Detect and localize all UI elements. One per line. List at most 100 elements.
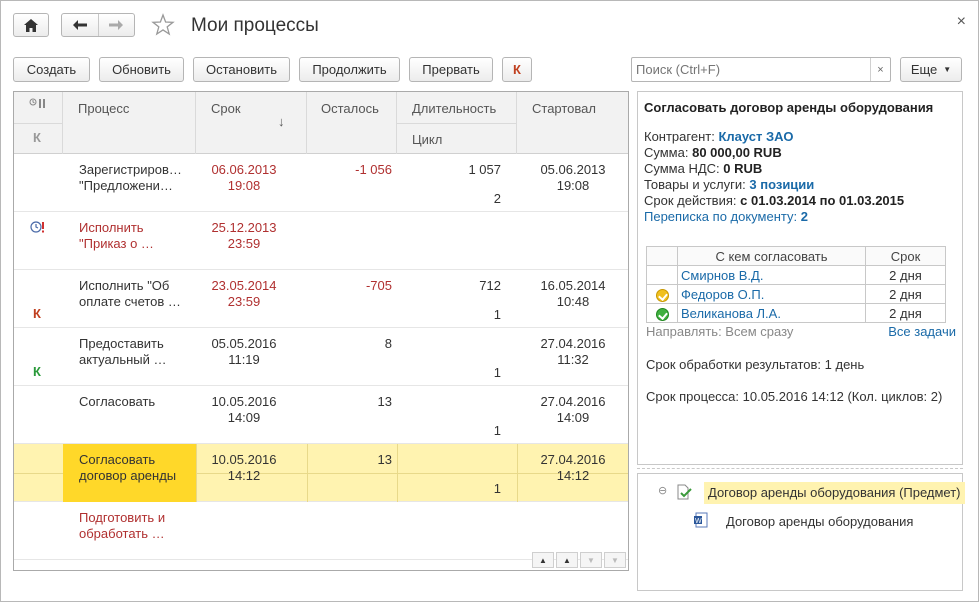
column-header-started[interactable]: Стартовал	[517, 92, 628, 154]
search-input[interactable]	[632, 59, 870, 80]
approved-check-icon	[655, 307, 669, 321]
process-cell[interactable]: Согласовать	[63, 386, 196, 444]
approver-row[interactable]: Федоров О.П. 2 дня	[646, 284, 946, 304]
duration-cell: 1	[397, 444, 517, 502]
continue-button[interactable]: Продолжить	[299, 57, 400, 82]
cycle-value: 2	[493, 191, 501, 206]
due-date: 10.05.2016	[211, 394, 277, 409]
start-date: 27.04.2016	[540, 452, 606, 467]
back-button[interactable]	[62, 14, 98, 36]
duration-cell: 1	[397, 328, 517, 386]
row-marker-cell	[14, 212, 63, 270]
process-cell[interactable]: Согласовать договор аренды	[63, 444, 196, 502]
collapse-icon[interactable]: ⊖	[658, 484, 667, 497]
more-button[interactable]: Еще ▼	[900, 57, 962, 82]
chevron-down-icon: ▼	[943, 65, 952, 74]
refresh-button[interactable]: Обновить	[99, 57, 184, 82]
subject-file[interactable]: Договор аренды оборудования	[726, 514, 913, 529]
process-cell[interactable]: Подготовить и обработать …	[63, 502, 196, 560]
start-time: 19:08	[556, 178, 590, 193]
due-cell: 10.05.2016 14:12	[196, 444, 307, 502]
cycle-value: 1	[493, 481, 501, 496]
remaining-cell: -705	[307, 270, 397, 328]
sort-arrow-icon: ↓	[278, 114, 285, 129]
goods-link[interactable]: 3 позиции	[749, 177, 814, 192]
process-cell[interactable]: Исполнить "Приказ о …	[63, 212, 196, 270]
column-header-duration[interactable]: Длительность Цикл	[397, 92, 517, 154]
column-header-process[interactable]: Процесс	[63, 92, 196, 154]
table-scroll-controls: ▲ ▲ ▼ ▼	[532, 552, 626, 568]
panel-splitter[interactable]	[637, 468, 963, 469]
due-cell: 23.05.2014 23:59	[196, 270, 307, 328]
vat-line: Сумма НДС: 0 RUB	[644, 161, 763, 176]
remaining-cell: -1 056	[307, 154, 397, 212]
approver-status	[646, 303, 678, 323]
window: Мои процессы × Создать Обновить Останови…	[0, 0, 979, 602]
sum-line: Сумма: 80 000,00 RUB	[644, 145, 782, 160]
due-cell	[196, 502, 307, 560]
counterparty-link[interactable]: Клауст ЗАО	[718, 129, 793, 144]
process-name-line1: Зарегистриров…	[79, 162, 182, 177]
table-row[interactable]: Согласовать договор аренды 10.05.2016 14…	[14, 444, 628, 502]
validity-line: Срок действия: с 01.03.2014 по 01.03.201…	[644, 193, 905, 208]
k-button[interactable]: К	[502, 57, 532, 82]
close-icon[interactable]: ×	[957, 13, 966, 31]
table-row[interactable]: Зарегистриров… "Предложени… 06.06.2013 1…	[14, 154, 628, 212]
remaining-value: 13	[377, 452, 392, 467]
remaining-value: 8	[384, 336, 392, 351]
process-name-line1: Согласовать	[79, 394, 156, 409]
clear-search-icon[interactable]: ×	[870, 58, 890, 81]
process-name-line2: "Приказ о …	[79, 236, 154, 251]
start-date: 16.05.2014	[540, 278, 606, 293]
approver-row[interactable]: Смирнов В.Д. 2 дня	[646, 265, 946, 285]
column-header-remaining[interactable]: Осталось	[307, 92, 397, 154]
goods-line: Товары и услуги: 3 позиции	[644, 177, 815, 192]
home-button[interactable]	[13, 13, 49, 37]
duration-cell: 712 1	[397, 270, 517, 328]
row-marker-cell	[14, 444, 63, 502]
table-row[interactable]: К Предоставить актуальный … 05.05.2016 1…	[14, 328, 628, 386]
approver-name[interactable]: Федоров О.П.	[677, 284, 866, 304]
column-header-due[interactable]: Срок ↓	[196, 92, 307, 154]
subject-item[interactable]: Договор аренды оборудования (Предмет)	[704, 482, 965, 504]
started-cell: 27.04.2016 11:32	[517, 328, 628, 386]
approver-name[interactable]: Великанова Л.А.	[677, 303, 866, 323]
scroll-down-button[interactable]: ▼	[580, 552, 602, 568]
process-cell[interactable]: Исполнить "Об оплате счетов …	[63, 270, 196, 328]
due-time: 19:08	[227, 178, 261, 193]
all-tasks-link[interactable]: Все задачи	[888, 324, 956, 339]
due-time: 23:59	[227, 236, 261, 251]
table-row[interactable]: К Исполнить "Об оплате счетов … 23.05.20…	[14, 270, 628, 328]
favorite-star-icon[interactable]	[151, 13, 175, 37]
due-cell: 25.12.2013 23:59	[196, 212, 307, 270]
forward-button[interactable]	[97, 14, 135, 36]
approvers-table: С кем согласовать Срок Смирнов В.Д. 2 дн…	[646, 246, 946, 323]
page-title: Мои процессы	[191, 15, 319, 36]
process-name-line1: Исполнить "Об	[79, 278, 170, 293]
create-button[interactable]: Создать	[13, 57, 90, 82]
table-row[interactable]: Согласовать 10.05.2016 14:09 13 1 27.04.…	[14, 386, 628, 444]
started-cell: 05.06.2013 19:08	[517, 154, 628, 212]
row-marker-cell	[14, 386, 63, 444]
duration-cell	[397, 212, 517, 270]
process-cell[interactable]: Зарегистриров… "Предложени…	[63, 154, 196, 212]
abort-button[interactable]: Прервать	[409, 57, 493, 82]
k-marker: К	[33, 364, 41, 379]
scroll-bottom-button[interactable]: ▼	[604, 552, 626, 568]
stop-button[interactable]: Остановить	[193, 57, 290, 82]
approver-row[interactable]: Великанова Л.А. 2 дня	[646, 303, 946, 323]
remaining-value: -1 056	[355, 162, 392, 177]
arrow-right-icon	[109, 20, 124, 30]
correspondence-line[interactable]: Переписка по документу: 2	[644, 209, 956, 225]
started-cell	[517, 212, 628, 270]
arrow-left-icon	[72, 20, 87, 30]
navigation-buttons	[61, 13, 135, 37]
table-row[interactable]: Исполнить "Приказ о … 25.12.2013 23:59	[14, 212, 628, 270]
table-header: К Процесс Срок ↓ Осталось Длительность Ц…	[14, 92, 628, 154]
scroll-top-button[interactable]: ▲	[532, 552, 554, 568]
process-cell[interactable]: Предоставить актуальный …	[63, 328, 196, 386]
column-header-icons[interactable]: К	[14, 92, 63, 154]
scroll-up-button[interactable]: ▲	[556, 552, 578, 568]
due-date: 23.05.2014	[211, 278, 277, 293]
approver-name[interactable]: Смирнов В.Д.	[677, 265, 866, 285]
